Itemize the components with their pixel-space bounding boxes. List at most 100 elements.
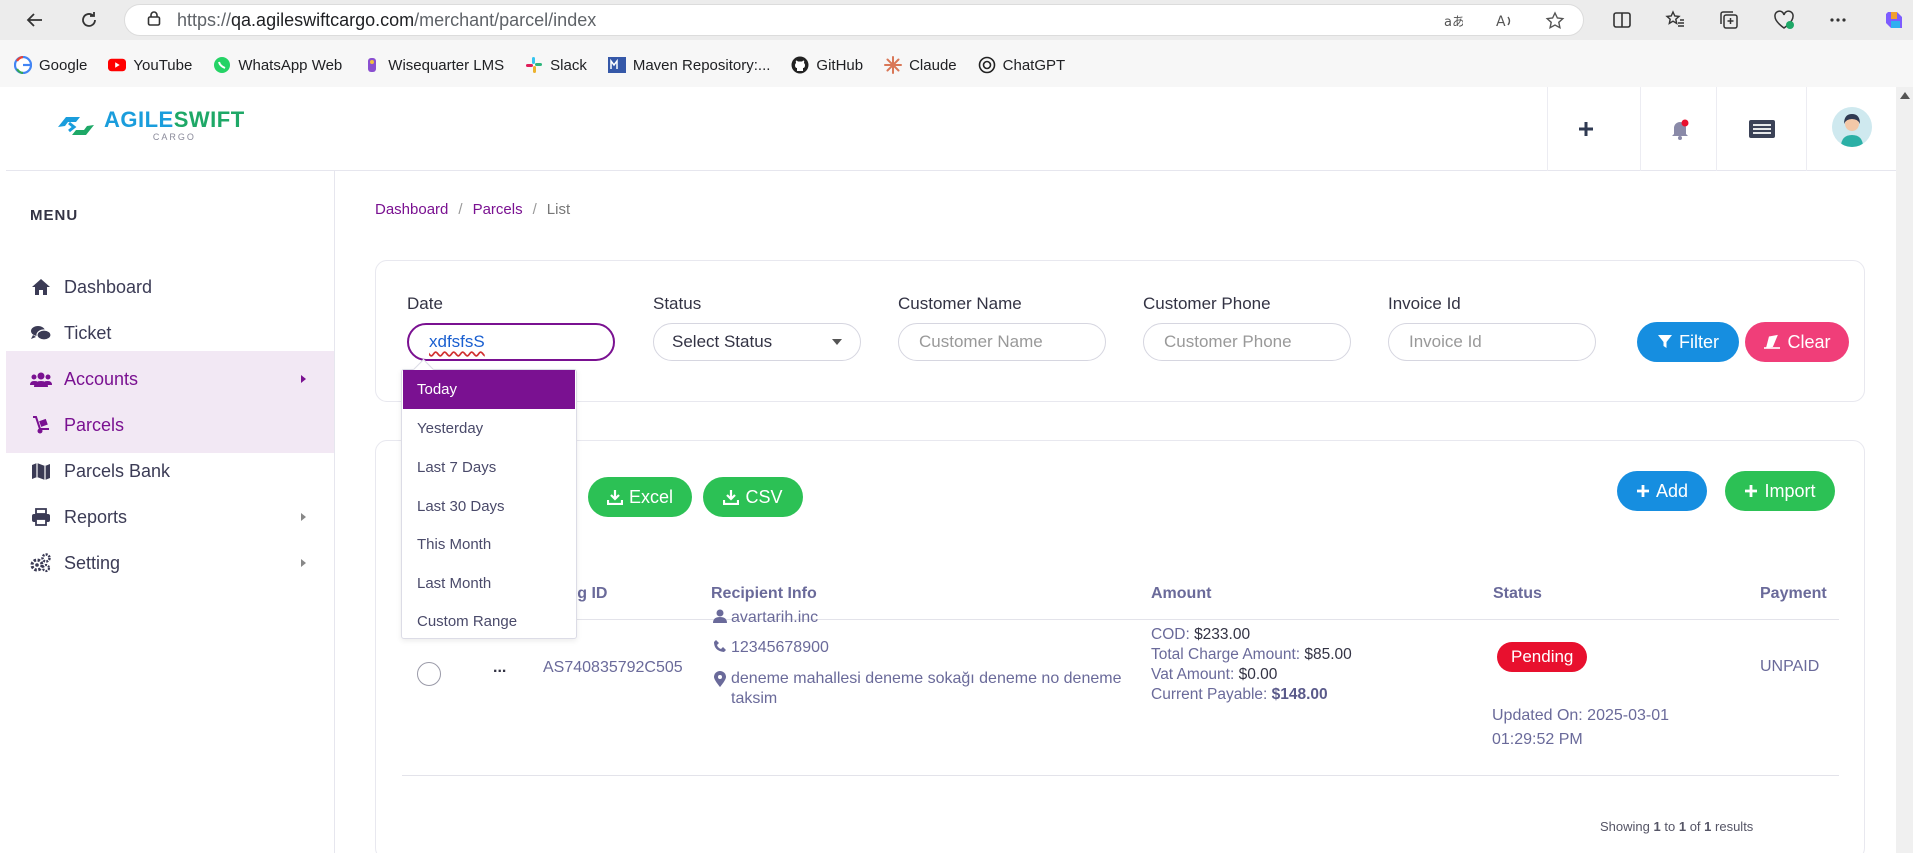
bookmark-label: Wisequarter LMS [388, 56, 505, 74]
clear-button-label: Clear [1787, 331, 1831, 352]
menu-list-button[interactable] [1742, 109, 1782, 149]
table-row-divider [402, 775, 1839, 776]
translate-icon[interactable]: aあ [1443, 11, 1465, 36]
sidebar-item-label: Ticket [64, 322, 112, 343]
row-actions-menu[interactable]: ... [493, 659, 506, 677]
gears-icon [30, 552, 52, 574]
showing-to-word: to [1664, 819, 1676, 834]
bookmark-github[interactable]: GitHub [791, 56, 863, 74]
collections-icon[interactable] [1715, 6, 1743, 34]
recipient-name: avartarih.inc [731, 609, 819, 626]
total-charge-label: Total Charge Amount: [1151, 646, 1301, 663]
plus-icon [1744, 484, 1758, 498]
claude-icon [884, 56, 903, 74]
sidebar-menu-title: MENU [30, 207, 79, 224]
breadcrumb-parcels[interactable]: Parcels [473, 201, 523, 218]
bookmark-whatsapp[interactable]: WhatsApp Web [213, 56, 342, 74]
invoice-id-placeholder: Invoice Id [1409, 332, 1482, 351]
comments-icon [30, 322, 52, 344]
bookmark-label: Maven Repository:... [632, 56, 771, 74]
sidebar-item-label: Accounts [64, 368, 139, 389]
cod-label: COD: [1151, 626, 1190, 643]
bookmark-slack[interactable]: Slack [525, 56, 587, 74]
page-scrollbar[interactable] [1896, 87, 1913, 853]
export-csv-button[interactable]: CSV [703, 477, 803, 517]
column-header-status[interactable]: Status [1493, 585, 1542, 603]
reload-icon[interactable] [74, 6, 104, 34]
customer-name-input[interactable]: Customer Name [898, 323, 1106, 361]
favorites-icon[interactable] [1661, 6, 1689, 34]
chevron-right-icon [301, 375, 306, 383]
favorite-star-icon[interactable] [1545, 11, 1565, 36]
recipient-address: deneme mahallesi deneme sokağı deneme no… [731, 669, 1121, 709]
parcel-list-panel: Excel CSV Add Import ing ID Recipient In… [375, 440, 1865, 853]
address-line-1: deneme mahallesi deneme sokağı deneme no… [731, 670, 1122, 687]
customer-phone-input[interactable]: Customer Phone [1143, 323, 1351, 361]
date-option-last-30-days[interactable]: Last 30 Days [403, 487, 575, 525]
more-menu-icon[interactable] [1824, 6, 1852, 34]
row-select-radio[interactable] [417, 662, 441, 686]
breadcrumb-dashboard[interactable]: Dashboard [375, 201, 448, 218]
sidebar-item-setting[interactable]: Setting [6, 535, 334, 591]
column-header-recipient[interactable]: Recipient Info [711, 585, 817, 603]
current-payable-label: Current Payable: [1151, 686, 1268, 703]
download-icon [723, 489, 740, 505]
clear-button[interactable]: Clear [1745, 322, 1849, 362]
column-header-payment[interactable]: Payment [1760, 585, 1827, 603]
cod-amount: COD: $233.00 [1151, 626, 1250, 644]
column-header-amount[interactable]: Amount [1151, 585, 1211, 603]
date-option-custom-range[interactable]: Custom Range [403, 602, 575, 640]
bookmark-maven[interactable]: Maven Repository:... [607, 56, 771, 74]
bookmark-wisequarter[interactable]: Wisequarter LMS [363, 56, 504, 74]
browser-chrome: https://qa.agileswiftcargo.com/merchant/… [0, 0, 1913, 87]
brand-logo[interactable]: AGILESWIFT CARGO [56, 109, 245, 142]
notifications-button[interactable] [1660, 109, 1700, 149]
quick-add-button[interactable] [1566, 109, 1606, 149]
back-icon[interactable] [20, 6, 50, 34]
scroll-up-arrow-icon[interactable] [1900, 92, 1910, 99]
bookmark-claude[interactable]: Claude [884, 56, 957, 74]
bookmark-google[interactable]: Google [14, 56, 87, 74]
lock-icon[interactable] [147, 10, 161, 31]
status-badge: Pending [1497, 642, 1588, 672]
pagination-summary: Showing 1 to 1 of 1 results [1600, 819, 1753, 834]
table-header-divider [402, 619, 1839, 620]
logo-word-swift: SWIFT [173, 107, 245, 132]
split-screen-icon[interactable] [1608, 6, 1636, 34]
customer-phone-label: Customer Phone [1143, 294, 1271, 313]
date-option-yesterday[interactable]: Yesterday [403, 409, 575, 447]
date-option-last-7-days[interactable]: Last 7 Days [403, 448, 575, 486]
customer-name-label: Customer Name [898, 294, 1022, 313]
user-avatar[interactable] [1832, 107, 1872, 147]
divider [1640, 87, 1641, 171]
status-select-value: Select Status [672, 332, 773, 351]
bookmark-chatgpt[interactable]: ChatGPT [978, 56, 1065, 74]
copilot-icon[interactable] [1880, 6, 1908, 34]
updated-time: 01:29:52 PM [1492, 731, 1583, 748]
chatgpt-icon [978, 56, 996, 74]
address-bar[interactable]: https://qa.agileswiftcargo.com/merchant/… [124, 4, 1584, 36]
date-option-this-month[interactable]: This Month [403, 525, 575, 563]
status-select[interactable]: Select Status [653, 323, 861, 361]
bookmark-youtube[interactable]: YouTube [108, 56, 192, 74]
add-parcel-button[interactable]: Add [1617, 471, 1707, 511]
date-option-today[interactable]: Today [403, 370, 575, 409]
read-aloud-icon[interactable]: A [1495, 11, 1515, 36]
sidebar-item-label: Parcels [64, 414, 125, 435]
invoice-id-input[interactable]: Invoice Id [1388, 323, 1596, 361]
export-excel-button[interactable]: Excel [588, 477, 692, 517]
agileswift-logo-icon [58, 116, 94, 135]
top-navbar: AGILESWIFT CARGO [6, 87, 1896, 171]
filter-button[interactable]: Filter [1637, 322, 1739, 362]
sidebar-item-label: Parcels Bank [64, 460, 171, 481]
import-button[interactable]: Import [1725, 471, 1835, 511]
date-range-input[interactable]: xdfsfsS [407, 323, 615, 361]
bookmark-label: WhatsApp Web [238, 56, 343, 74]
browser-essentials-icon[interactable] [1770, 6, 1798, 34]
recipient-name-line: avartarih.inc [711, 609, 818, 627]
add-button-label: Add [1655, 480, 1689, 501]
total-charge-value: $85.00 [1304, 646, 1352, 663]
date-option-last-month[interactable]: Last Month [403, 564, 575, 602]
user-icon [711, 609, 729, 627]
tracking-id: AS740835792C505 [543, 659, 683, 676]
